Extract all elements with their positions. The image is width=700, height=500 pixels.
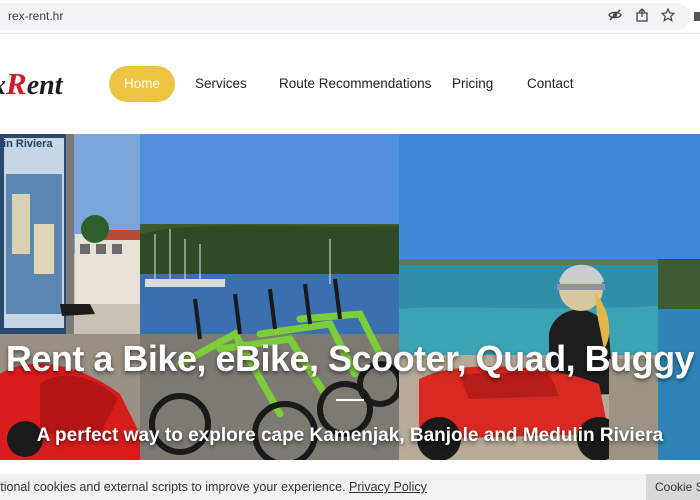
url-text[interactable]: rex-rent.hr: [8, 9, 63, 23]
share-icon[interactable]: [635, 8, 649, 22]
hero-photo-map-scooter: lin Riviera: [0, 134, 140, 460]
site-logo[interactable]: xRent: [0, 66, 62, 102]
hero-photo-sea: [658, 134, 700, 460]
hero-divider: [336, 399, 364, 401]
nav-home[interactable]: Home: [109, 66, 175, 102]
cookie-message: ctional cookies and external scripts to …: [0, 480, 346, 494]
privacy-policy-link[interactable]: Privacy Policy: [349, 480, 427, 494]
logo-suffix: ent: [26, 70, 63, 101]
hero-title: Rent a Bike, eBike, Scooter, Quad, Buggy: [5, 338, 695, 379]
nav-pricing[interactable]: Pricing: [452, 66, 493, 102]
hero-photo-ebikes: [140, 134, 399, 460]
address-bar[interactable]: rex-rent.hr: [0, 3, 690, 30]
star-icon[interactable]: [661, 8, 675, 22]
nav-services[interactable]: Services: [195, 66, 247, 102]
extensions-icon[interactable]: [692, 8, 700, 22]
cookie-settings-button[interactable]: Cookie Set: [646, 474, 700, 500]
map-sign-label: lin Riviera: [0, 138, 53, 150]
hero-banner: lin Riviera Rent a Bike, eBike, Scooter,…: [0, 134, 700, 460]
cookie-notice: ctional cookies and external scripts to …: [0, 474, 700, 500]
hero-subtitle: A perfect way to explore cape Kamenjak, …: [36, 425, 664, 446]
nav-route-recommendations[interactable]: Route Recommendations: [279, 66, 431, 102]
logo-r: R: [6, 66, 27, 101]
browser-toolbar: rex-rent.hr: [0, 0, 700, 34]
nav-contact[interactable]: Contact: [527, 66, 574, 102]
hero-photo-quad: [399, 134, 658, 460]
cookie-text: ctional cookies and external scripts to …: [0, 480, 427, 494]
eye-off-icon[interactable]: [608, 8, 622, 22]
